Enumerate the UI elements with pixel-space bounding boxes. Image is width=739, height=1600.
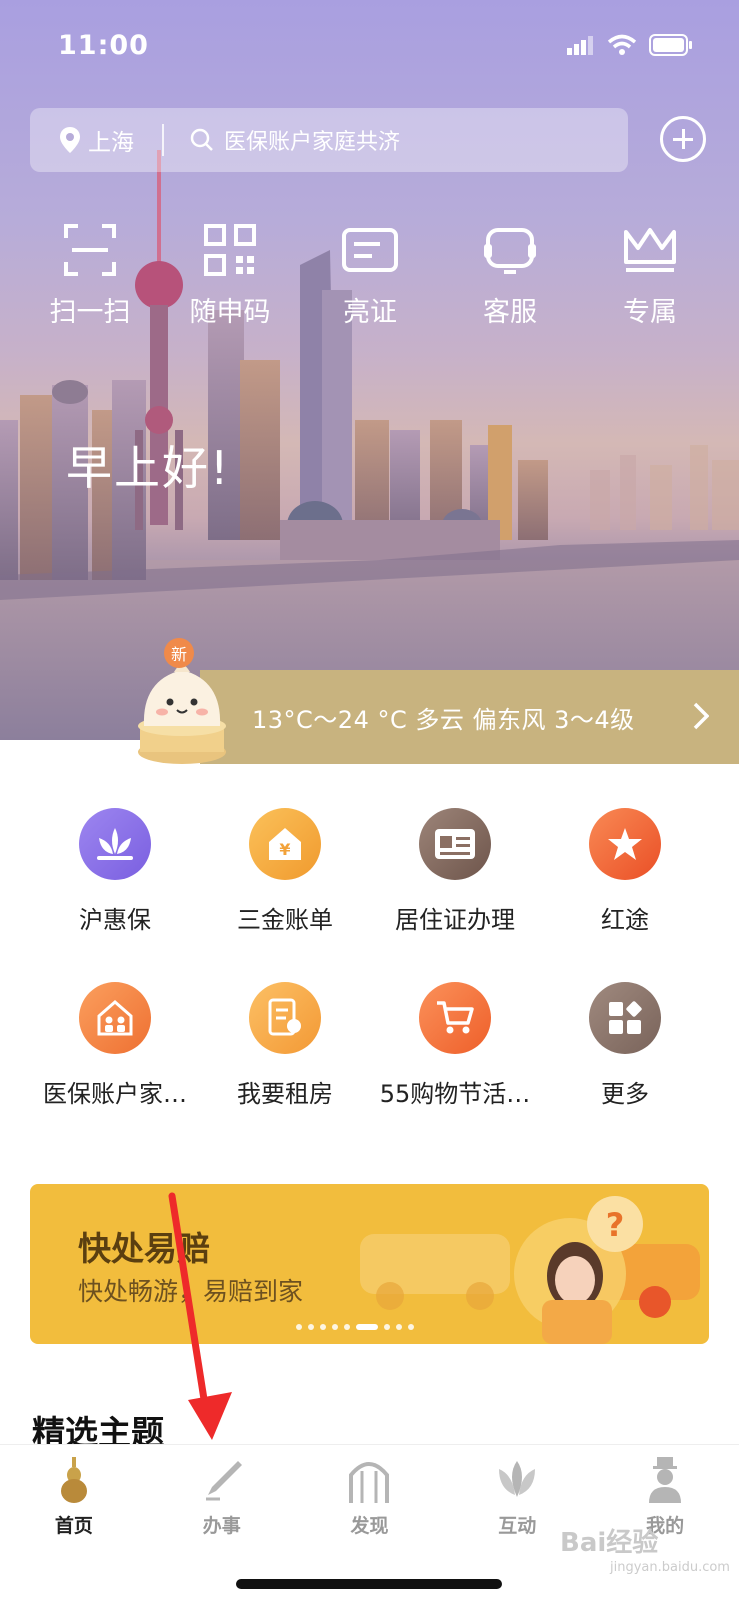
- add-button[interactable]: [660, 116, 706, 162]
- promo-banner[interactable]: ? 快处易赔 快处畅游，易赔到家: [30, 1184, 709, 1344]
- tab-discover[interactable]: 发现: [296, 1445, 444, 1538]
- service-icon-bg: [589, 982, 661, 1054]
- quick-action-scan[interactable]: 扫一扫: [20, 222, 160, 329]
- crown-icon: [624, 228, 676, 272]
- person-icon: [649, 1457, 682, 1503]
- service-icon-bg: [589, 808, 661, 880]
- carousel-dot: [296, 1324, 302, 1330]
- watermark-text: Bai经验: [560, 1528, 659, 1558]
- service-label: 医保账户家…: [43, 1080, 187, 1108]
- search-input[interactable]: 医保账户家庭共济: [190, 124, 400, 156]
- family-house-icon: [97, 1000, 133, 1036]
- service-icon-bg: [79, 982, 151, 1054]
- service-huhuibao[interactable]: 沪惠保: [30, 808, 200, 982]
- quick-action-label: 亮证: [343, 297, 397, 328]
- scan-icon: [64, 224, 116, 276]
- lotus-icon: [97, 828, 133, 860]
- tab-label: 互动: [498, 1515, 537, 1537]
- status-icons: [567, 34, 693, 56]
- customer-service-icon: [484, 228, 536, 274]
- search-divider: [162, 124, 164, 156]
- watermark-url: jingyan.baidu.com: [610, 1560, 730, 1575]
- service-residence-permit[interactable]: 居住证办理: [370, 808, 540, 982]
- search-bar[interactable]: 上海 医保账户家庭共济: [30, 108, 628, 172]
- carousel-dot: [344, 1324, 350, 1330]
- arch-icon: [349, 1462, 390, 1503]
- tab-label: 发现: [350, 1515, 389, 1537]
- service-hongtu[interactable]: 红途: [540, 808, 710, 982]
- banner-title: 快处易赔: [78, 1229, 210, 1268]
- quick-actions: 扫一扫 随申码 亮证 客服 专属: [20, 222, 720, 329]
- carousel-dot: [320, 1324, 326, 1330]
- home-indicator: [236, 1579, 502, 1589]
- carousel-dot: [384, 1324, 390, 1330]
- quick-action-qr-code[interactable]: 随申码: [160, 222, 300, 329]
- signal-icon: [567, 36, 593, 55]
- quick-action-label: 客服: [483, 297, 537, 328]
- home-gourd-icon: [60, 1457, 87, 1503]
- quick-action-label: 扫一扫: [49, 297, 131, 328]
- location-pin-icon: [60, 127, 80, 153]
- service-label: 更多: [601, 1080, 649, 1108]
- tab-services[interactable]: 办事: [148, 1445, 296, 1538]
- service-label: 居住证办理: [395, 906, 515, 934]
- battery-icon: [649, 34, 692, 56]
- id-card-icon: [435, 829, 475, 859]
- status-time: 11:00: [58, 30, 149, 61]
- service-label: 55购物节活…: [379, 1080, 531, 1108]
- svg-text:?: ?: [606, 1206, 625, 1244]
- carousel-dot-active: [356, 1324, 378, 1330]
- tab-label: 首页: [54, 1515, 93, 1537]
- rent-doc-icon: [268, 998, 301, 1036]
- carousel-dot: [408, 1324, 414, 1330]
- tab-label: 办事: [202, 1515, 241, 1537]
- quick-action-exclusive[interactable]: 专属: [580, 222, 720, 329]
- tab-home[interactable]: 首页: [0, 1445, 148, 1538]
- qr-code-icon: [204, 224, 256, 276]
- flower-icon: [499, 1461, 536, 1497]
- new-badge: 新: [164, 638, 194, 668]
- service-shopping-festival[interactable]: 55购物节活…: [370, 982, 540, 1156]
- weather-bar[interactable]: 13°C～24 °C 多云 偏东风 3～4级: [200, 670, 739, 764]
- service-icon-bg: ¥: [249, 808, 321, 880]
- svg-text:¥: ¥: [279, 840, 290, 859]
- quick-action-label: 专属: [623, 297, 677, 328]
- location-label: 上海: [88, 130, 134, 156]
- service-label: 三金账单: [237, 906, 333, 934]
- search-placeholder: 医保账户家庭共济: [224, 130, 401, 155]
- search-icon: [190, 128, 213, 151]
- carousel-dot: [308, 1324, 314, 1330]
- grid-more-icon: [609, 1001, 642, 1034]
- service-sanjin-bill[interactable]: ¥ 三金账单: [200, 808, 370, 982]
- greeting-text: 早上好!: [66, 441, 231, 495]
- service-icon-bg: [419, 808, 491, 880]
- service-label: 红途: [601, 906, 649, 934]
- service-rent-house[interactable]: 我要租房: [200, 982, 370, 1156]
- wifi-icon: [607, 34, 637, 55]
- cart-icon: [437, 1001, 474, 1034]
- chevron-right-icon: [693, 702, 709, 730]
- services-grid: 沪惠保 ¥ 三金账单 居住证办理 红途 医保账户家… 我要租房 55购物节活… …: [30, 808, 710, 1156]
- service-more[interactable]: 更多: [540, 982, 710, 1156]
- service-icon-bg: [419, 982, 491, 1054]
- red-star-icon: [608, 828, 642, 860]
- service-label: 沪惠保: [79, 906, 151, 934]
- carousel-dot: [332, 1324, 338, 1330]
- banner-subtitle: 快处畅游，易赔到家: [78, 1277, 304, 1306]
- carousel-dot: [396, 1324, 402, 1330]
- card-icon: [342, 228, 398, 272]
- house-yen-icon: ¥: [269, 828, 301, 860]
- pen-icon: [205, 1461, 242, 1501]
- service-label: 我要租房: [237, 1080, 333, 1108]
- service-icon-bg: [249, 982, 321, 1054]
- carousel-dots: [296, 1324, 414, 1330]
- service-medical-family[interactable]: 医保账户家…: [30, 982, 200, 1156]
- quick-action-card[interactable]: 亮证: [300, 222, 440, 329]
- service-icon-bg: [79, 808, 151, 880]
- location-selector[interactable]: 上海: [60, 123, 134, 157]
- quick-action-customer-service[interactable]: 客服: [440, 222, 580, 329]
- weather-text: 13°C～24 °C 多云 偏东风 3～4级: [252, 705, 635, 734]
- quick-action-label: 随申码: [189, 297, 271, 328]
